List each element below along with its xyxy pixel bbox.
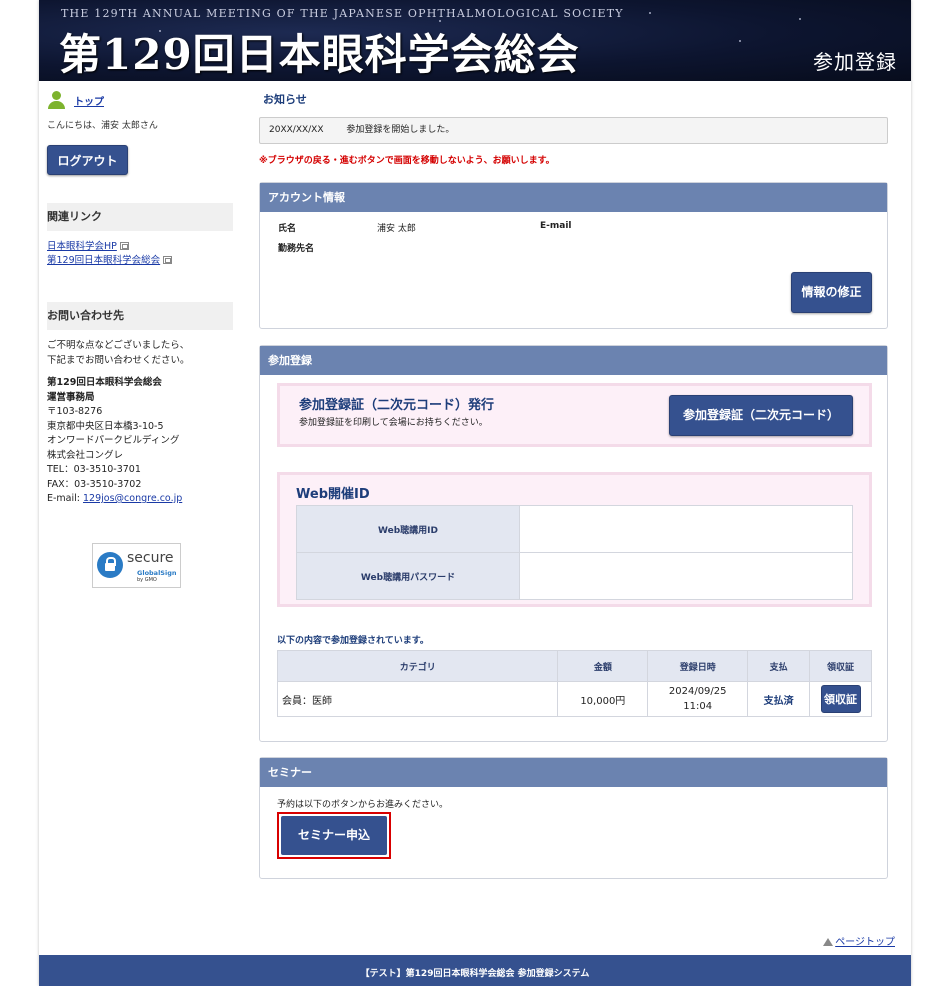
code-issue-subtitle: 参加登録証を印刷して会場にお持ちください。 [299, 418, 488, 428]
col-date: 登録日時 [647, 650, 749, 682]
contact-postal: 〒103-8276 [47, 406, 103, 417]
greeting-text: こんにちは、浦安 太郎さん [47, 121, 158, 131]
name-label: 氏名 [278, 224, 297, 234]
table-header-row: カテゴリ 金額 登録日時 支払 領収証 [276, 650, 872, 682]
web-id-value [519, 505, 853, 553]
seminar-apply-button[interactable]: セミナー申込 [281, 816, 387, 855]
contact-intro-2: 下記までお問い合わせください。 [47, 354, 190, 366]
web-password-value [519, 552, 853, 600]
web-password-row: Web聴講用パスワード [296, 552, 853, 600]
link-jos-hp[interactable]: 日本眼科学会HP [47, 241, 117, 252]
cell-amount: 10,000円 [557, 681, 649, 717]
external-link-icon [163, 256, 173, 264]
page-top-link[interactable]: ページトップ [823, 933, 895, 948]
account-heading: アカウント情報 [260, 183, 887, 212]
seminar-note: 予約は以下のボタンからお進みください。 [277, 800, 449, 810]
edit-info-button[interactable]: 情報の修正 [791, 272, 872, 313]
web-password-label: Web聴講用パスワード [296, 552, 520, 600]
contact-info: ご不明な点などございましたら、 下記までお問い合わせください。 第129回日本眼… [47, 339, 233, 507]
notice-text: 参加登録を開始しました。 [346, 125, 455, 135]
banner-section-label: 参加登録 [813, 50, 897, 74]
contact-email-row: E-mail: 129jos@congre.co.jp [47, 493, 183, 504]
cell-category: 会員：医師 [276, 681, 559, 717]
contact-email-link[interactable]: 129jos@congre.co.jp [83, 493, 182, 504]
name-value: 浦安 太郎 [377, 224, 416, 234]
registration-note: 以下の内容で参加登録されています。 [277, 636, 429, 646]
contact-intro-1: ご不明な点などございましたら、 [47, 340, 190, 351]
cell-date: 2024/09/25 11:04 [647, 681, 749, 717]
browser-warning: ※ブラウザの戻る・進むボタンで画面を移動しないよう、お願いします。 [259, 156, 555, 166]
col-category: カテゴリ [276, 650, 559, 682]
code-issue-box: 参加登録証（二次元コード）発行 参加登録証を印刷して会場にお持ちください。 参加… [277, 383, 872, 447]
registration-table: カテゴリ 金額 登録日時 支払 領収証 会員：医師 10,000円 2024/0… [276, 650, 872, 717]
header-banner: THE 129TH ANNUAL MEETING OF THE JAPANESE… [39, 0, 911, 81]
banner-subtitle: THE 129TH ANNUAL MEETING OF THE JAPANESE… [61, 7, 624, 20]
issue-code-button[interactable]: 参加登録証（二次元コード） [669, 395, 853, 436]
contact-heading: お問い合わせ先 [47, 302, 233, 330]
related-links: 日本眼科学会HP 第129回日本眼科学会総会 [47, 240, 233, 268]
contact-address-2: オンワードパークビルディング [47, 435, 180, 446]
contact-address-1: 東京都中央区日本橋3-10-5 [47, 420, 164, 432]
cell-date-day: 2024/09/25 [668, 686, 727, 697]
contact-company: 株式会社コングレ [47, 449, 124, 461]
top-link[interactable]: トップ [74, 93, 104, 108]
col-receipt: 領収証 [809, 650, 872, 682]
cell-receipt: 領収証 [809, 681, 872, 717]
web-id-title: Web開催ID [296, 487, 370, 502]
receipt-button[interactable]: 領収証 [820, 685, 861, 713]
cell-payment: 支払済 [747, 681, 811, 717]
seminar-button-highlight: セミナー申込 [277, 812, 391, 859]
registration-heading: 参加登録 [260, 346, 887, 375]
contact-tel: TEL：03-3510-3701 [47, 464, 141, 475]
web-id-row: Web聴講用ID [296, 505, 853, 553]
seminar-panel: セミナー 予約は以下のボタンからお進みください。 セミナー申込 [259, 757, 888, 879]
workplace-label: 勤務先名 [278, 244, 315, 254]
cell-date-time: 11:04 [683, 701, 713, 712]
code-issue-title: 参加登録証（二次元コード）発行 [299, 398, 495, 413]
notice-date: 20XX/XX/XX [269, 125, 324, 135]
col-amount: 金額 [557, 650, 649, 682]
related-links-heading: 関連リンク [47, 203, 233, 231]
table-row: 会員：医師 10,000円 2024/09/25 11:04 支払済 領収証 [276, 681, 872, 717]
footer: 【テスト】第129回日本眼科学会総会 参加登録システム [39, 955, 911, 986]
external-link-icon [119, 242, 129, 250]
link-129-meeting[interactable]: 第129回日本眼科学会総会 [47, 255, 160, 266]
notice-box: 20XX/XX/XX 参加登録を開始しました。 [259, 117, 888, 144]
triangle-up-icon [823, 938, 834, 946]
web-id-table: Web聴講用ID Web聴講用パスワード [296, 505, 853, 600]
email-label: E-mail [540, 221, 572, 231]
ssl-secure-text: secure [127, 549, 174, 566]
ssl-secure-badge[interactable]: secure GlobalSign by GMO [92, 542, 181, 588]
logout-button[interactable]: ログアウト [47, 145, 128, 175]
contact-org: 第129回日本眼科学会総会 [47, 377, 162, 388]
account-panel: アカウント情報 氏名 浦安 太郎 E-mail 勤務先名 情報の修正 [259, 182, 888, 329]
web-id-box: Web開催ID Web聴講用ID Web聴講用パスワード [277, 472, 872, 607]
user-icon [47, 91, 65, 109]
user-row: トップ [47, 91, 233, 109]
registration-panel: 参加登録 参加登録証（二次元コード）発行 参加登録証を印刷して会場にお持ちくださ… [259, 345, 888, 742]
notice-title: お知らせ [263, 93, 307, 106]
lock-icon [97, 551, 123, 578]
contact-office: 運営事務局 [47, 391, 95, 403]
banner-title: 第129回日本眼科学会総会 [59, 30, 580, 79]
seminar-heading: セミナー [260, 758, 887, 787]
sidebar: トップ こんにちは、浦安 太郎さん ログアウト 関連リンク 日本眼科学会HP 第… [47, 91, 233, 588]
web-id-label: Web聴講用ID [296, 505, 520, 553]
contact-fax: FAX：03-3510-3702 [47, 478, 142, 490]
main-content: お知らせ 20XX/XX/XX 参加登録を開始しました。 ※ブラウザの戻る・進む… [259, 91, 888, 879]
ssl-by-text: by GMO [137, 576, 157, 583]
col-payment: 支払 [747, 650, 811, 682]
ssl-brand-text: GlobalSign [137, 568, 177, 577]
